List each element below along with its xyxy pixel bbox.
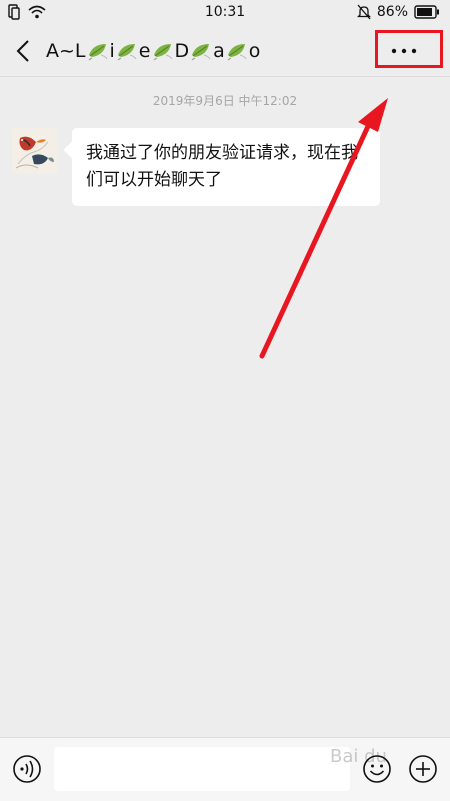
status-bar: 10:31 86% [0,0,450,26]
chat-title: A~L i e D a o [46,38,260,64]
title-part: a [213,40,225,62]
leaf-emoji-icon [191,44,211,61]
message-timestamp: 2019年9月6日 中午12:02 [152,94,298,108]
message-text: 我通过了你的朋友验证请求，现在我们可以开始聊天了 [86,143,358,190]
battery-icon [414,5,439,19]
annotation-highlight-box [375,30,443,68]
leaf-emoji-icon [153,44,172,61]
avatar[interactable] [12,128,58,174]
title-part: o [248,40,261,62]
input-bar: Bai du [0,737,450,801]
title-part: e [138,40,151,62]
title-part: D [174,40,190,62]
koi-fish-avatar-icon [12,128,58,174]
voice-icon[interactable] [12,754,42,784]
mute-icon [356,4,371,20]
back-icon[interactable] [12,38,36,64]
plus-icon[interactable] [408,754,438,784]
message-bubble[interactable]: 我通过了你的朋友验证请求，现在我们可以开始聊天了 [72,128,380,206]
emoji-icon[interactable] [362,754,392,784]
title-part: A~L [46,40,86,62]
leaf-emoji-icon [88,44,107,61]
annotation-arrow [259,98,388,359]
battery-percent: 86% [376,4,408,20]
title-part: i [109,40,115,62]
message-input[interactable] [54,747,350,791]
leaf-emoji-icon [117,44,137,61]
leaf-emoji-icon [227,44,247,61]
status-right: 86% [356,4,440,20]
